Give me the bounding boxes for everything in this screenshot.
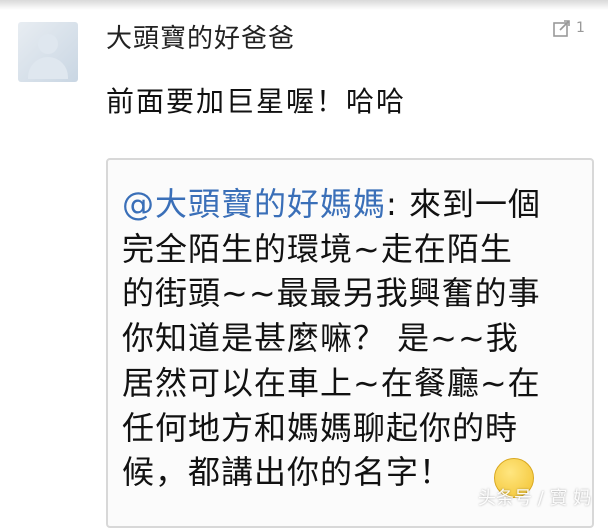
avatar-head-shape xyxy=(38,34,58,54)
avatar[interactable] xyxy=(18,22,78,82)
share-button[interactable]: 1 xyxy=(552,16,585,40)
share-icon xyxy=(552,18,572,38)
watermark: 头条号 / 寶 妈 xyxy=(478,488,592,509)
quoted-text: @大頭寶的好媽媽: 來到一個 完全陌生的環境~走在陌生 的街頭~~最最另我興奮的… xyxy=(122,182,592,495)
avatar-body-shape xyxy=(28,57,68,79)
comment-text: 前面要加巨星喔！哈哈 xyxy=(106,85,407,118)
username[interactable]: 大頭寶的好爸爸 xyxy=(106,18,295,55)
share-count: 1 xyxy=(576,20,585,36)
quoted-body: : 來到一個 完全陌生的環境~走在陌生 的街頭~~最最另我興奮的事 你知道是甚麼… xyxy=(122,185,541,492)
mention-link[interactable]: @大頭寶的好媽媽 xyxy=(122,185,386,223)
top-edge xyxy=(0,0,608,10)
